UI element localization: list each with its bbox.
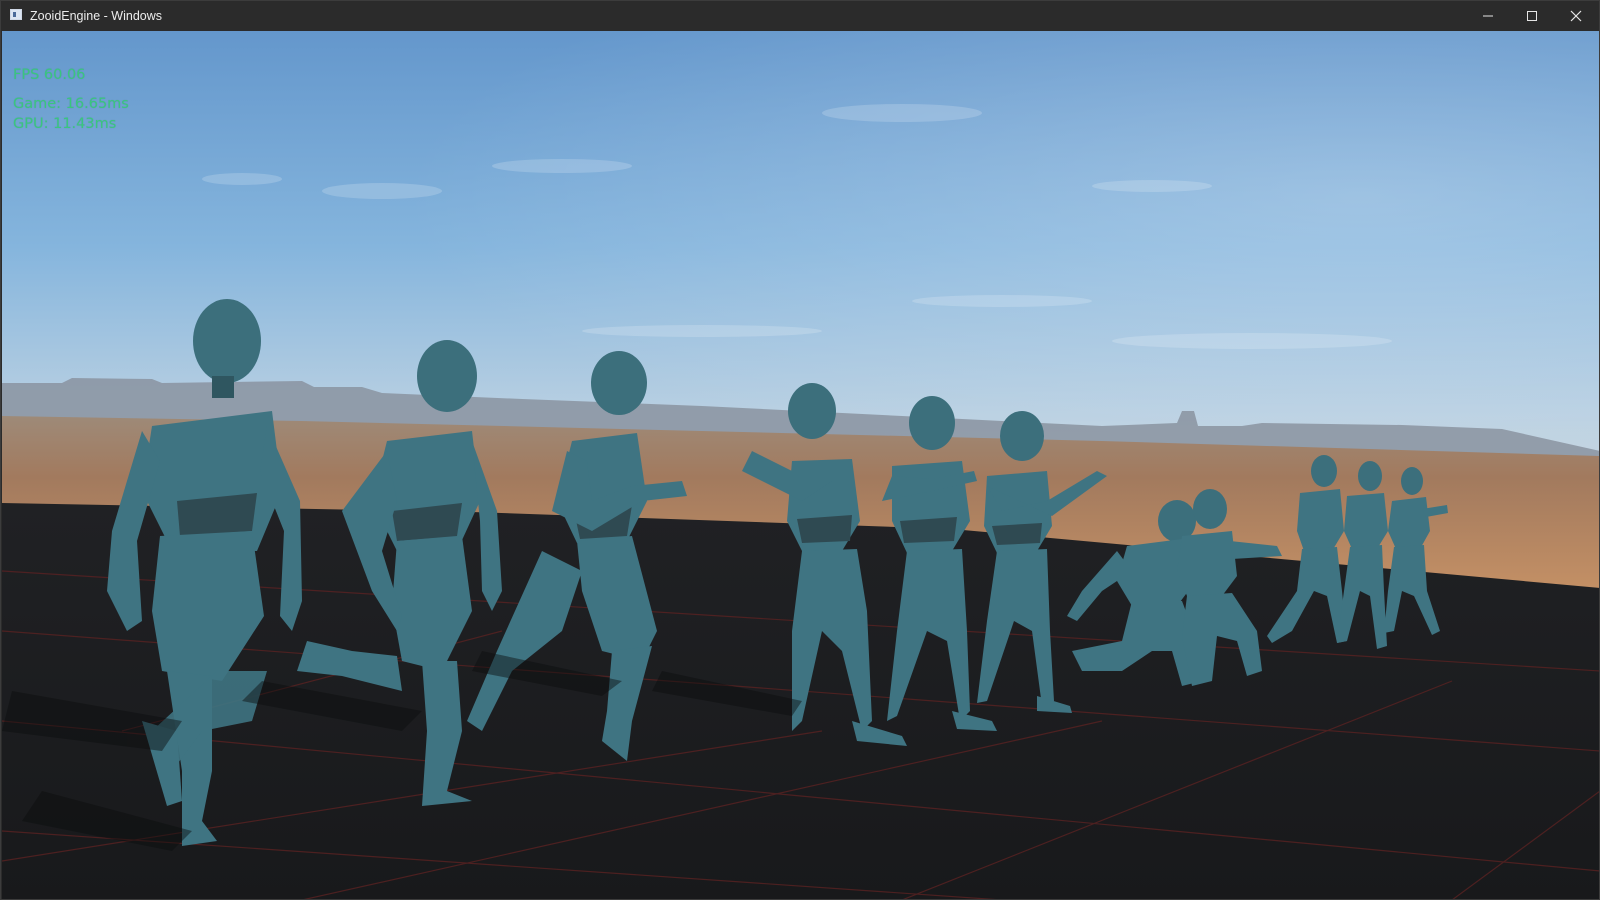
- minimize-icon: [1483, 15, 1493, 17]
- app-window-icon[interactable]: [10, 9, 22, 20]
- window-title: ZooidEngine - Windows: [30, 9, 163, 23]
- app-window: ZooidEngine - Windows FPS 60.06 Game: 16…: [0, 0, 1600, 900]
- gpu-time-readout: GPU: 11.43ms: [13, 116, 117, 132]
- 3d-scene: [2, 31, 1599, 899]
- fps-readout: FPS 60.06: [13, 67, 86, 83]
- render-viewport[interactable]: FPS 60.06 Game: 16.65ms GPU: 11.43ms: [2, 31, 1599, 899]
- close-button[interactable]: [1553, 1, 1599, 31]
- game-time-readout: Game: 16.65ms: [13, 96, 129, 112]
- minimize-button[interactable]: [1465, 1, 1511, 31]
- maximize-button[interactable]: [1509, 1, 1555, 31]
- close-icon: [1570, 10, 1582, 22]
- maximize-icon: [1527, 11, 1537, 21]
- title-bar[interactable]: ZooidEngine - Windows: [1, 1, 1599, 31]
